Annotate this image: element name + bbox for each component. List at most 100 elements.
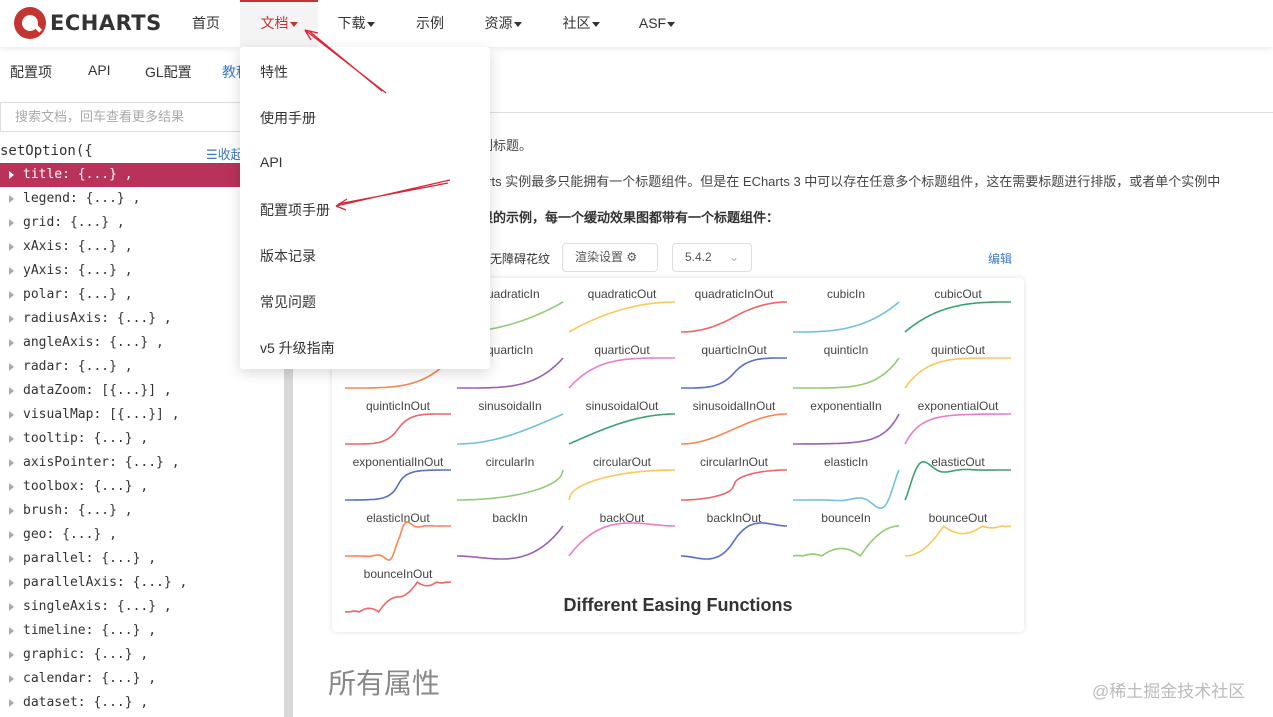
easing-series-label: circularIn <box>486 455 535 469</box>
easing-series-line <box>793 301 900 333</box>
tree-item[interactable]: brush: {...} , <box>0 499 284 523</box>
dropdown-item-api[interactable]: API <box>260 154 283 170</box>
expand-triangle-icon[interactable] <box>9 267 14 275</box>
nav-community-label: 社区 <box>562 15 591 31</box>
tree-item[interactable]: singleAxis: {...} , <box>0 595 284 619</box>
tree-item-label: geo: {...} , <box>23 527 117 542</box>
tree-item[interactable]: tooltip: {...} , <box>0 427 284 451</box>
tab-gl-option[interactable]: GL配置 <box>145 62 192 82</box>
easing-series-line <box>793 413 900 445</box>
expand-triangle-icon[interactable] <box>9 219 14 227</box>
expand-triangle-icon[interactable] <box>9 627 14 635</box>
tree-item[interactable]: graphic: {...} , <box>0 643 284 667</box>
nav-docs[interactable]: 文档 <box>240 0 318 47</box>
tree-item[interactable]: calendar: {...} , <box>0 667 284 691</box>
expand-triangle-icon[interactable] <box>9 651 14 659</box>
expand-triangle-icon[interactable] <box>9 291 14 299</box>
expand-triangle-icon[interactable] <box>9 675 14 683</box>
tree-item[interactable]: dataZoom: [{...}] , <box>0 379 284 403</box>
easing-series-line <box>345 413 451 445</box>
chevron-down-icon: ⌄ <box>728 250 739 264</box>
easing-series-line <box>904 525 1012 557</box>
easing-series-label: exponentialOut <box>918 399 999 413</box>
expand-triangle-icon[interactable] <box>9 483 14 491</box>
easing-series-label: quinticIn <box>824 343 869 357</box>
easing-series-label: bounceOut <box>929 511 988 525</box>
tree-item-label: singleAxis: {...} , <box>23 599 172 614</box>
expand-triangle-icon[interactable] <box>9 435 14 443</box>
easing-series-label: quinticInOut <box>366 399 431 413</box>
easing-series-label: sinusoidalInOut <box>693 399 776 413</box>
easing-series-label: elasticInOut <box>366 511 430 525</box>
tree-item-label: parallel: {...} , <box>23 551 157 566</box>
tree-item-label: title: {...} , <box>23 167 133 182</box>
dropdown-item-handbook[interactable]: 使用手册 <box>260 108 316 128</box>
tree-item-label: radiusAxis: {...} , <box>23 311 172 326</box>
tree-item[interactable]: toolbox: {...} , <box>0 475 284 499</box>
echarts-logo[interactable]: ECHARTS <box>14 6 162 40</box>
nav-docs-label: 文档 <box>260 15 289 31</box>
expand-triangle-icon[interactable] <box>9 387 14 395</box>
tree-item-label: dataZoom: [{...}] , <box>23 383 172 398</box>
watermark: @稀土掘金技术社区 <box>1092 682 1246 701</box>
version-select[interactable]: 5.4.2 ⌄ <box>672 243 752 272</box>
expand-triangle-icon[interactable] <box>9 411 14 419</box>
tree-item-label: calendar: {...} , <box>23 671 157 686</box>
tree-item[interactable]: dataset: {...} , <box>0 691 284 715</box>
tree-item[interactable]: geo: {...} , <box>0 523 284 547</box>
tree-item-label: yAxis: {...} , <box>23 263 133 278</box>
dropdown-item-changelog[interactable]: 版本记录 <box>260 246 316 266</box>
expand-triangle-icon[interactable] <box>9 555 14 563</box>
nav-community[interactable]: 社区 <box>550 0 612 47</box>
tree-item[interactable]: parallel: {...} , <box>0 547 284 571</box>
nav-download[interactable]: 下载 <box>325 0 387 47</box>
dropdown-item-features[interactable]: 特性 <box>260 62 288 82</box>
tree-item[interactable]: axisPointer: {...} , <box>0 451 284 475</box>
easing-series-line <box>904 301 1011 333</box>
aria-decal-option[interactable]: 无障碍花纹 <box>490 250 550 267</box>
dropdown-item-faq[interactable]: 常见问题 <box>260 292 316 312</box>
nav-resources[interactable]: 资源 <box>472 0 534 47</box>
expand-triangle-icon[interactable] <box>9 507 14 515</box>
expand-triangle-icon[interactable] <box>9 315 14 323</box>
expand-triangle-icon[interactable] <box>9 243 14 251</box>
collapse-button[interactable]: ☰收起 <box>206 144 244 163</box>
tree-item[interactable]: parallelAxis: {...} , <box>0 571 284 595</box>
option-root-label: setOption({ <box>0 143 93 159</box>
easing-series-line <box>681 413 787 445</box>
tab-option[interactable]: 配置项 <box>10 62 52 82</box>
easing-series-label: sinusoidalOut <box>586 399 659 413</box>
easing-series-line <box>568 301 675 333</box>
expand-triangle-icon[interactable] <box>9 171 14 179</box>
expand-triangle-icon[interactable] <box>9 459 14 467</box>
edit-link[interactable]: 编辑 <box>988 250 1012 267</box>
tree-item[interactable]: visualMap: [{...}] , <box>0 403 284 427</box>
expand-triangle-icon[interactable] <box>9 195 14 203</box>
tab-api[interactable]: API <box>88 62 111 78</box>
nav-asf[interactable]: ASF <box>628 0 686 47</box>
tree-item-label: grid: {...} , <box>23 215 125 230</box>
nav-examples[interactable]: 示例 <box>404 0 456 47</box>
easing-series-line <box>681 301 787 333</box>
easing-series-label: circularInOut <box>700 455 769 469</box>
easing-series-line <box>345 521 451 561</box>
expand-triangle-icon[interactable] <box>9 579 14 587</box>
easing-series-line <box>681 522 787 560</box>
expand-triangle-icon[interactable] <box>9 603 14 611</box>
expand-triangle-icon[interactable] <box>9 699 14 707</box>
logo-text: ECHARTS <box>50 11 162 35</box>
chevron-down-icon <box>667 21 676 27</box>
tree-item[interactable]: timeline: {...} , <box>0 619 284 643</box>
expand-triangle-icon[interactable] <box>9 363 14 371</box>
easing-series-line <box>568 469 675 501</box>
tree-item-label: graphic: {...} , <box>23 647 149 662</box>
expand-triangle-icon[interactable] <box>9 339 14 347</box>
easing-series-label: cubicOut <box>934 287 982 301</box>
chart-title: Different Easing Functions <box>563 595 793 615</box>
nav-home[interactable]: 首页 <box>180 0 232 47</box>
dropdown-item-option-manual[interactable]: 配置项手册 <box>260 200 330 220</box>
description-line-3: 很的示例，每一个缓动效果图都带有一个标题组件： <box>480 210 780 225</box>
dropdown-item-v5-upgrade[interactable]: v5 升级指南 <box>260 338 335 358</box>
expand-triangle-icon[interactable] <box>9 531 14 539</box>
render-settings-button[interactable]: 渲染设置 ⚙ <box>562 243 658 272</box>
